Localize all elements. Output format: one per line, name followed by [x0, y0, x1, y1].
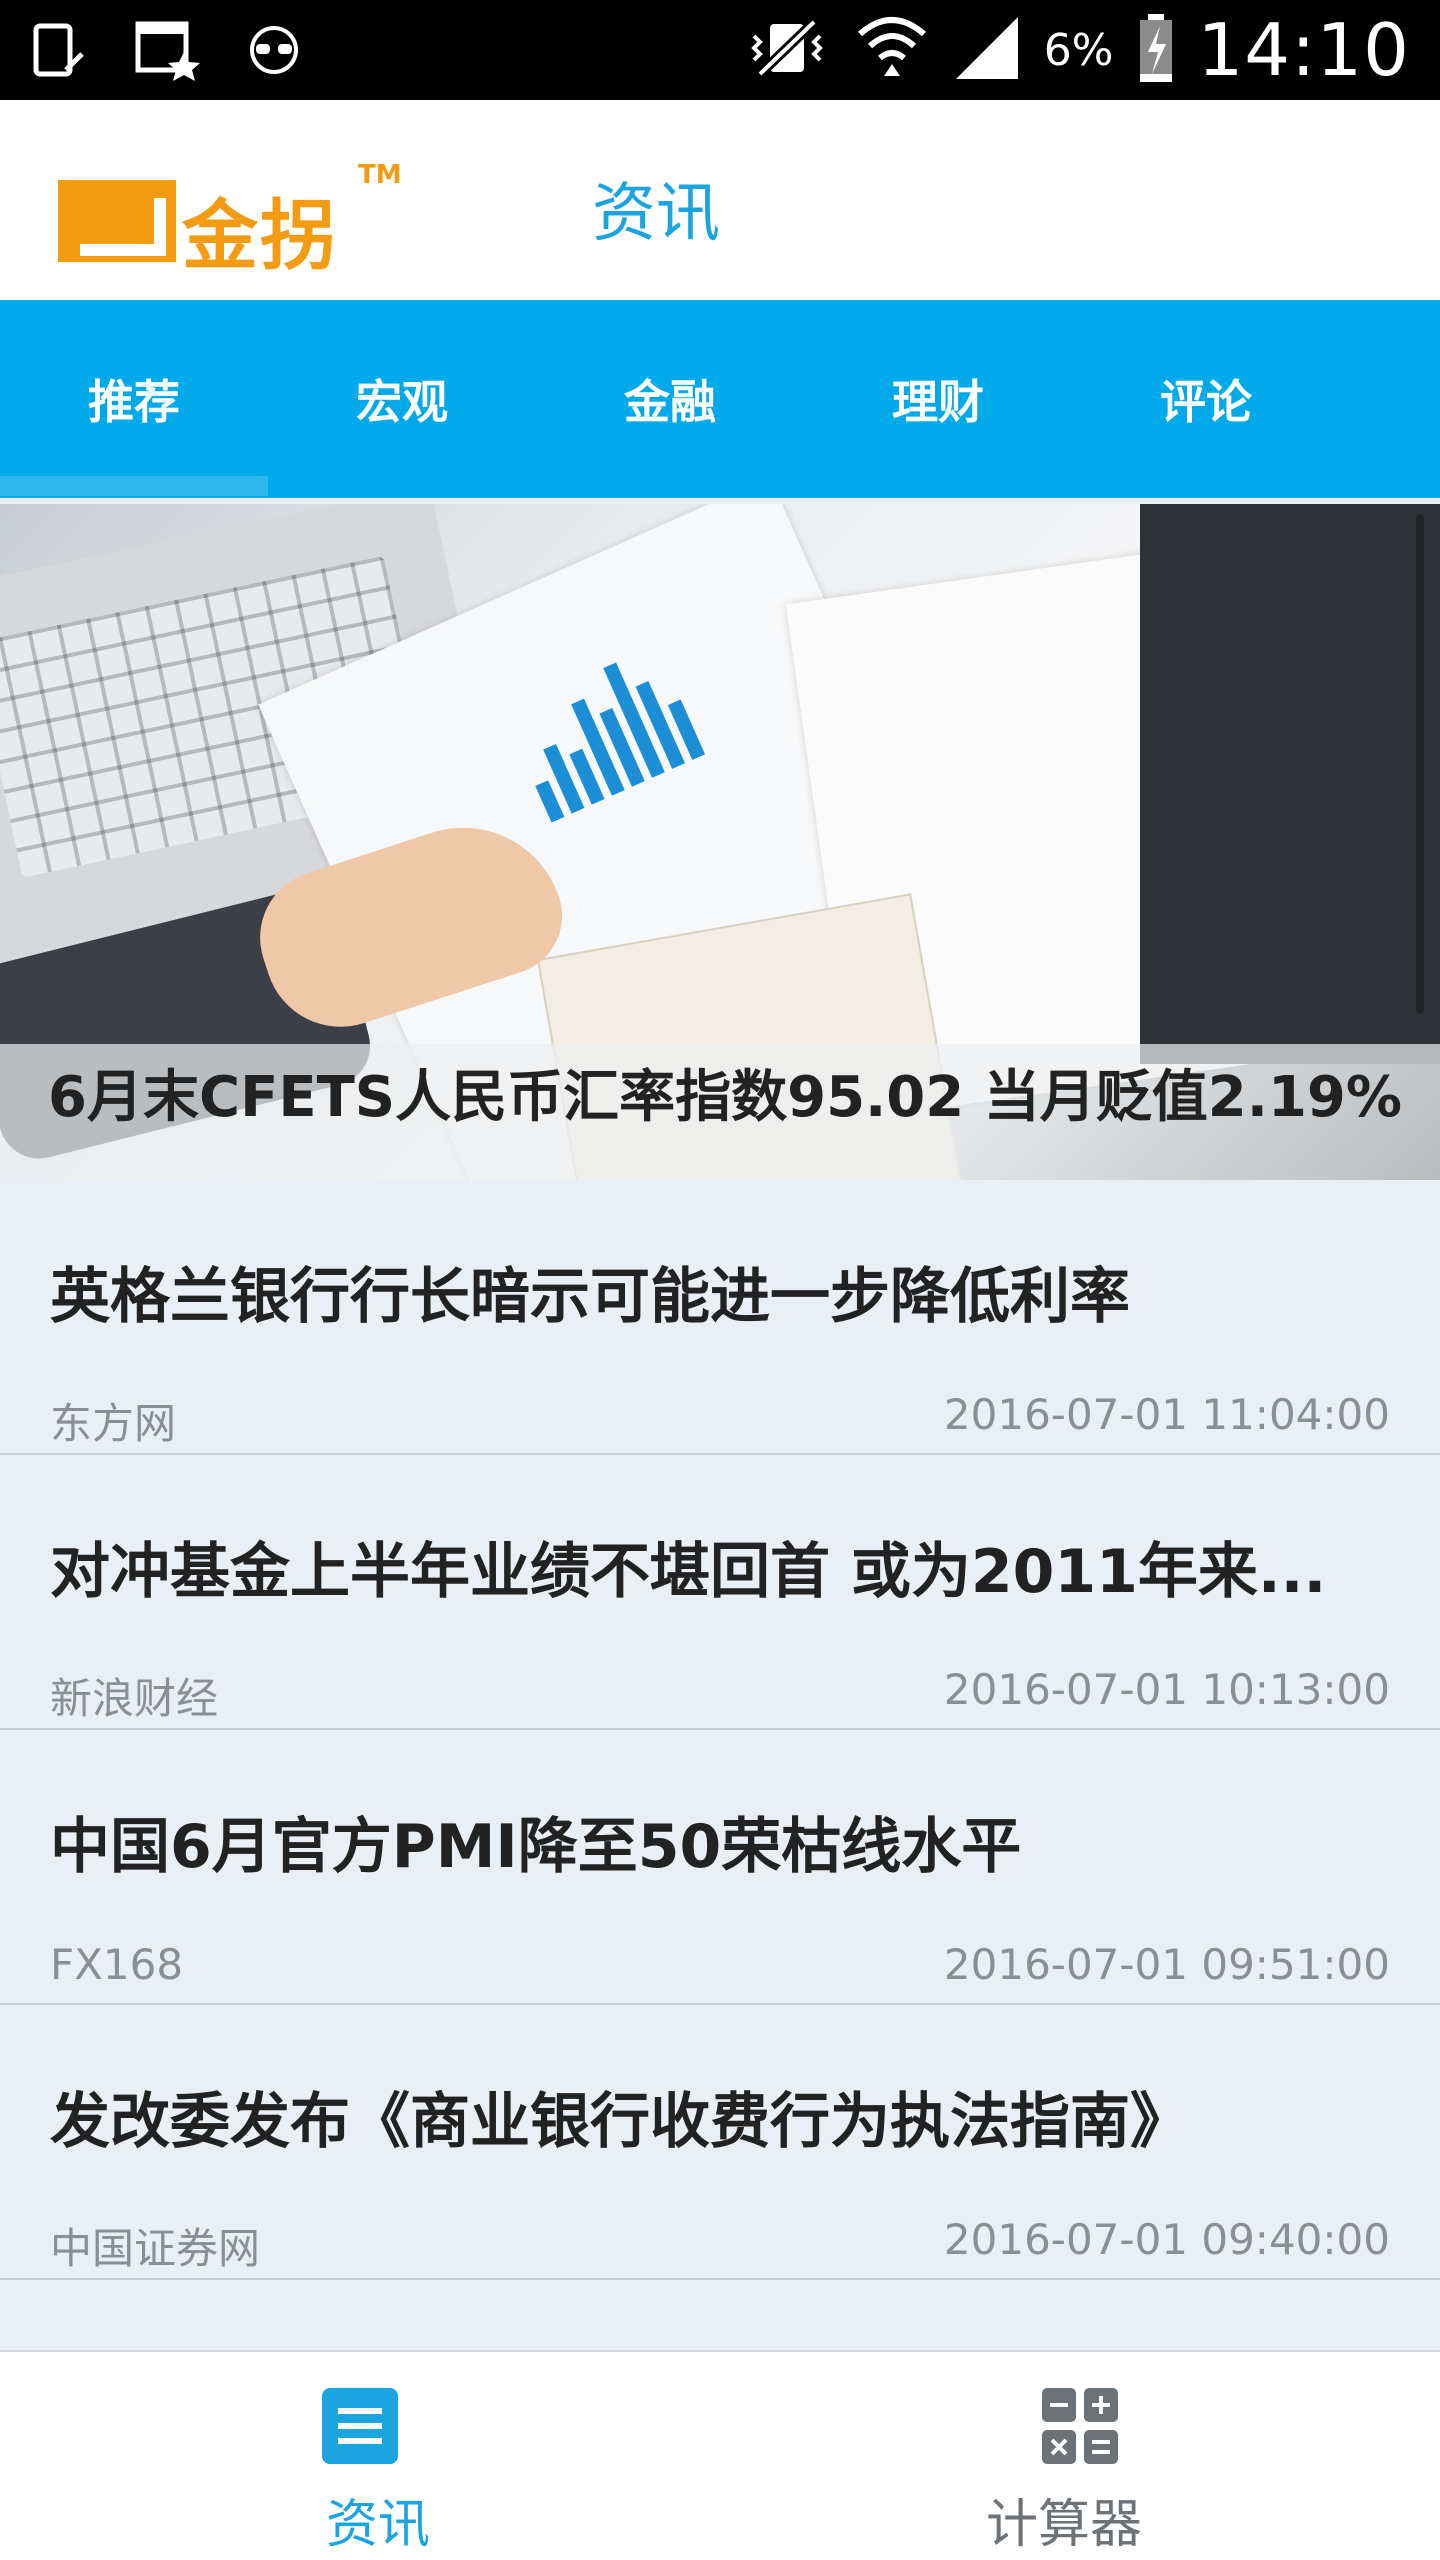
tab-wealth[interactable]: 理财 — [804, 300, 1072, 498]
scroll-indicator — [1416, 514, 1424, 1014]
news-source: FX168 — [50, 1940, 184, 1989]
news-title: 发改委发布《商业银行收费行为执法指南》 — [50, 2087, 1190, 2157]
nav-calculator-label: 计算器 — [986, 2495, 1143, 2555]
logo-mark — [58, 180, 176, 262]
news-title: 英格兰银行行长暗示可能进一步降低利率 — [50, 1262, 1130, 1332]
tab-recommend[interactable]: 推荐 — [0, 300, 268, 498]
banner-caption: 6月末CFETS人民币汇率指数95.02 当月贬值2.19% — [48, 1065, 1403, 1130]
tab-macro[interactable]: 宏观 — [268, 300, 536, 498]
news-title: 对冲基金上半年业绩不堪回首 或为2011年来... — [50, 1537, 1327, 1607]
active-tab-indicator — [0, 476, 268, 496]
suit-graphic — [1140, 504, 1440, 1064]
clock: 14:10 — [1197, 8, 1410, 92]
calendar-star-icon — [134, 18, 204, 86]
news-title: 中国6月官方PMI降至50荣枯线水平 — [50, 1812, 1022, 1882]
featured-banner[interactable]: 6月末CFETS人民币汇率指数95.02 当月贬值2.19% — [0, 504, 1440, 1180]
sim-card-icon — [30, 18, 94, 86]
news-time: 2016-07-01 11:04:00 — [943, 1390, 1390, 1439]
logo-trademark: TM — [358, 160, 402, 190]
news-item[interactable]: 中国6月官方PMI降至50荣枯线水平 FX168 2016-07-01 09:5… — [0, 1730, 1440, 2005]
app-header: 金拐棍 TM 资讯 — [0, 100, 1440, 390]
glasses-icon — [244, 20, 304, 84]
status-bar: 6% 14:10 — [0, 0, 1440, 100]
bottom-navigation: 资讯 计算器 — [0, 2350, 1440, 2560]
news-item[interactable]: 发改委发布《商业银行收费行为执法指南》 中国证券网 2016-07-01 09:… — [0, 2005, 1440, 2280]
app-root: 6% 14:10 金拐棍 TM 资讯 推荐 宏观 金融 理财 评论 基 — [0, 0, 1440, 2560]
news-list: 英格兰银行行长暗示可能进一步降低利率 东方网 2016-07-01 11:04:… — [0, 1180, 1440, 2280]
nav-news[interactable]: 资讯 — [0, 2352, 720, 2560]
app-logo: 金拐棍 TM — [58, 160, 402, 390]
news-source: 东方网 — [50, 1399, 177, 1448]
news-item[interactable]: 对冲基金上半年业绩不堪回首 或为2011年来... 新浪财经 2016-07-0… — [0, 1455, 1440, 1730]
news-time: 2016-07-01 09:40:00 — [943, 2215, 1390, 2264]
tab-fund[interactable]: 基 — [1340, 300, 1440, 498]
news-source: 新浪财经 — [50, 1674, 219, 1723]
battery-charging-icon — [1136, 12, 1176, 88]
signal-icon — [952, 13, 1022, 87]
news-list-icon — [322, 2388, 398, 2464]
tab-finance[interactable]: 金融 — [536, 300, 804, 498]
calculator-icon — [1042, 2388, 1118, 2464]
news-item[interactable]: 英格兰银行行长暗示可能进一步降低利率 东方网 2016-07-01 11:04:… — [0, 1180, 1440, 1455]
battery-percent: 6% — [1043, 24, 1114, 76]
tab-commentary[interactable]: 评论 — [1072, 300, 1340, 498]
news-time: 2016-07-01 10:13:00 — [943, 1665, 1390, 1714]
nav-calculator[interactable]: 计算器 — [720, 2352, 1440, 2560]
wifi-icon — [854, 10, 930, 90]
page-title: 资讯 — [592, 177, 720, 251]
news-time: 2016-07-01 09:51:00 — [943, 1940, 1390, 1989]
news-source: 中国证券网 — [50, 2224, 261, 2273]
vibrate-mute-icon — [742, 16, 832, 84]
category-tab-bar: 推荐 宏观 金融 理财 评论 基 — [0, 300, 1440, 498]
